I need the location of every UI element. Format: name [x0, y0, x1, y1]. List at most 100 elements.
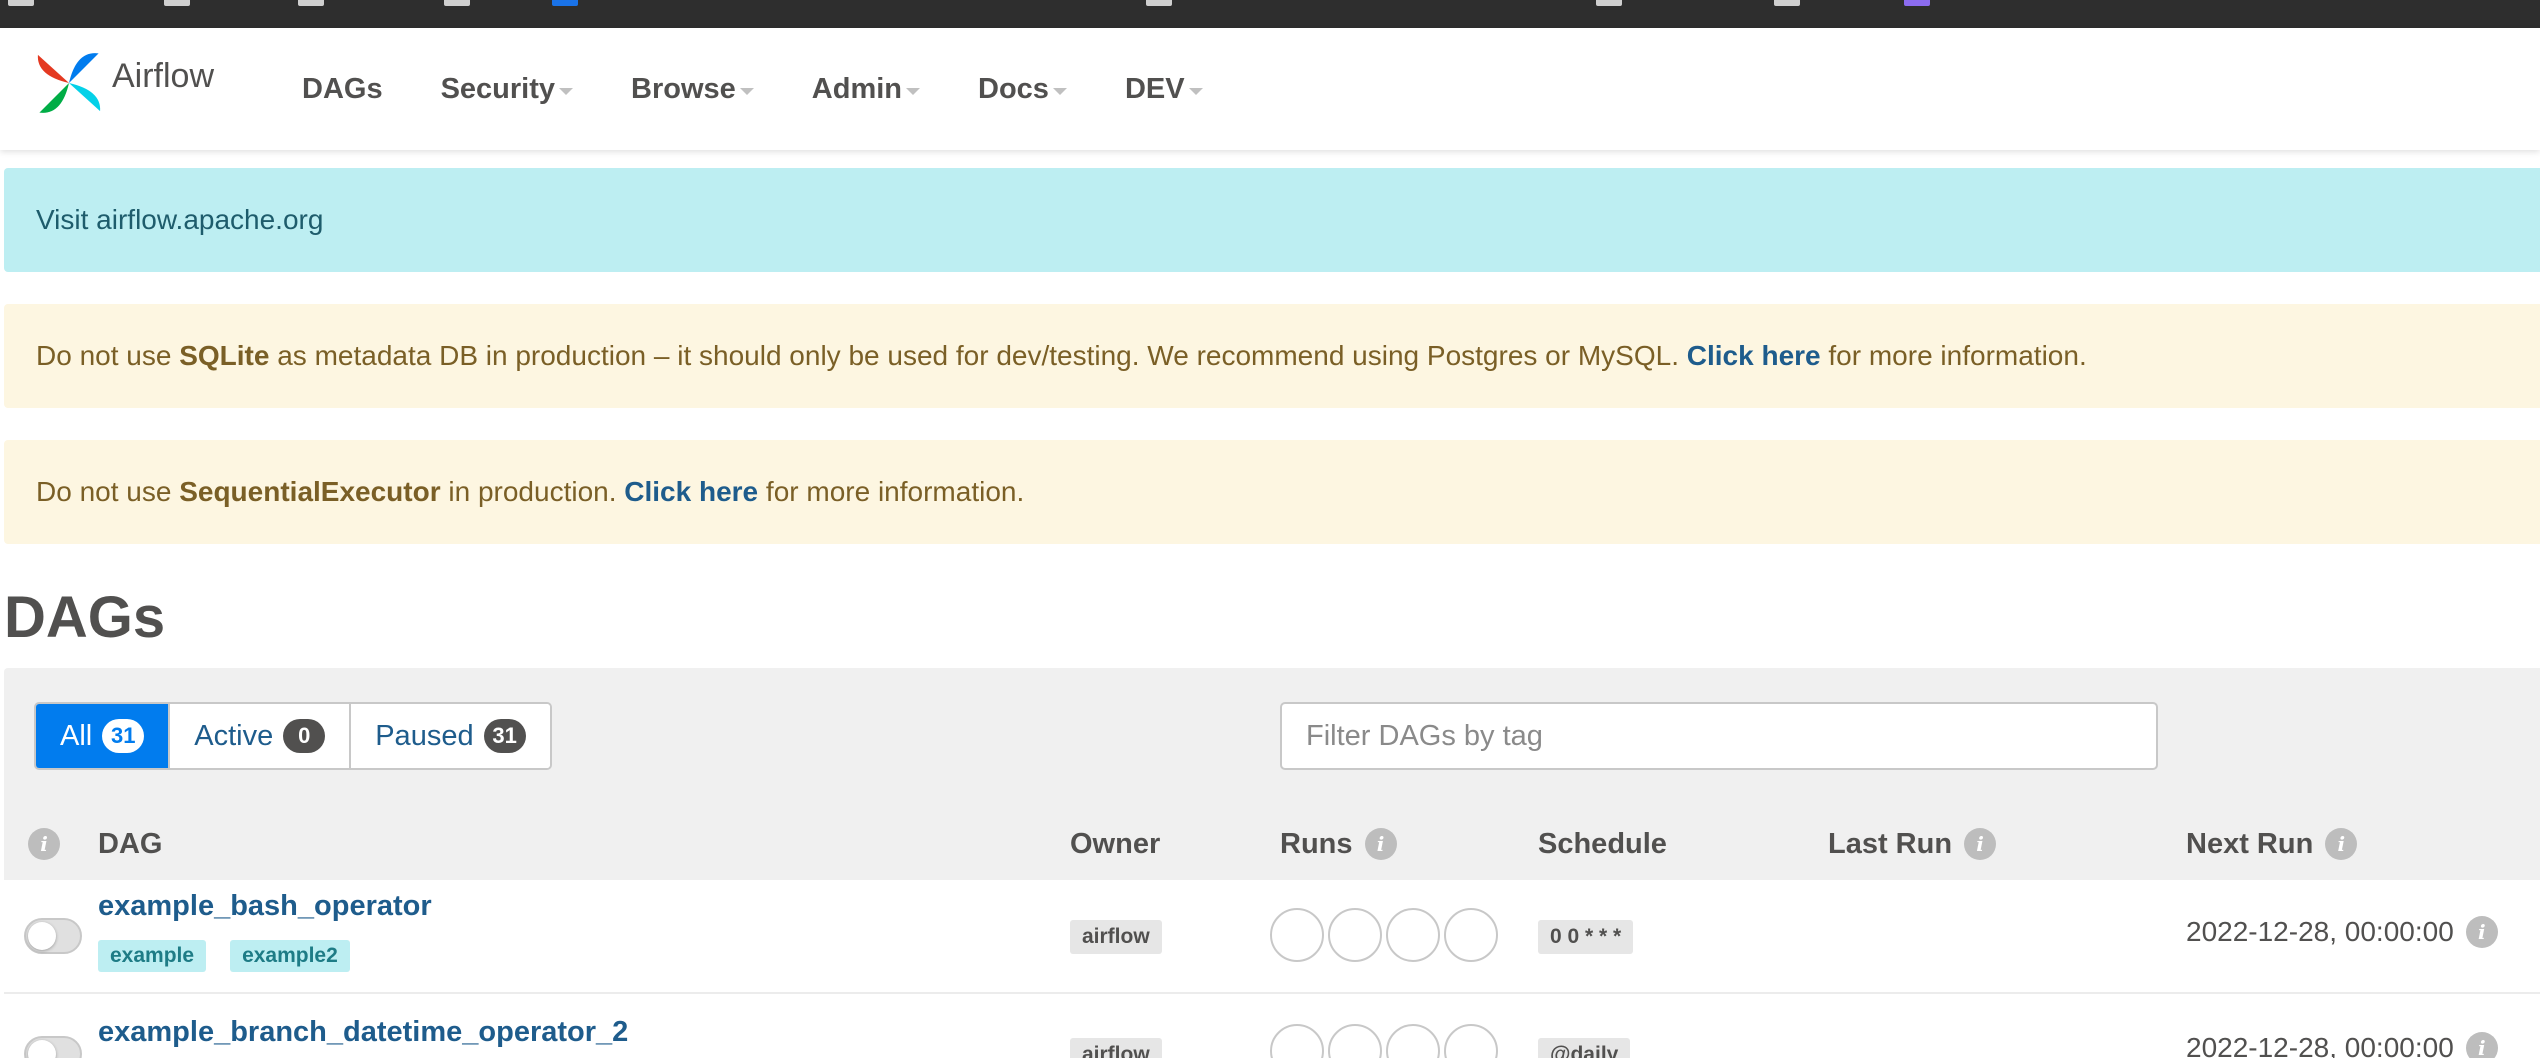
filter-active-label: Active	[194, 719, 274, 752]
bookmark-tab[interactable]	[164, 0, 190, 6]
nav-security[interactable]: Security	[441, 73, 574, 106]
alert-emphasis: SQLite	[179, 340, 270, 371]
bookmark-tab[interactable]	[1596, 0, 1622, 6]
nav-admin[interactable]: Admin	[811, 72, 921, 106]
nav-admin-label: Admin	[811, 72, 903, 105]
bookmark-tab[interactable]	[298, 0, 324, 6]
brand-logo-link[interactable]: Airflow	[32, 46, 214, 120]
nav-dags-label: DAGs	[302, 72, 383, 105]
column-header-schedule[interactable]: Schedule	[1538, 808, 1667, 880]
filter-active-button[interactable]: Active 0	[170, 704, 352, 768]
column-header-label: DAG	[98, 827, 163, 860]
nav-docs[interactable]: Docs	[978, 73, 1067, 106]
owner-badge[interactable]: airflow	[1070, 1038, 1162, 1058]
executor-warning-alert: Do not use SequentialExecutor in product…	[4, 440, 2540, 544]
run-status-circle[interactable]	[1444, 1024, 1498, 1058]
column-header-label: Runs	[1280, 827, 1353, 860]
alert-text: in production.	[440, 476, 625, 507]
filter-all-button[interactable]: All 31	[36, 704, 171, 768]
column-header-label: Next Run	[2186, 827, 2314, 860]
nav-docs-label: Docs	[978, 72, 1049, 105]
alert-text: for more information.	[1820, 340, 2087, 371]
caret-down-icon	[739, 87, 754, 95]
column-header-runs: Runs i	[1280, 808, 1397, 880]
caret-down-icon	[1188, 87, 1203, 95]
top-navbar: Airflow DAGs Security Browse Admin Docs …	[0, 28, 2540, 150]
nav-dags[interactable]: DAGs	[302, 73, 383, 106]
nav-dev-label: DEV	[1124, 72, 1185, 105]
dag-tag[interactable]: example	[98, 940, 207, 972]
next-run-value: 2022-12-28, 00:00:00	[2186, 1032, 2454, 1058]
bookmark-tab[interactable]	[8, 0, 34, 6]
sqlite-warning-alert: Do not use SQLite as metadata DB in prod…	[4, 304, 2540, 408]
alert-text: Do not use	[36, 340, 180, 371]
run-status-circle[interactable]	[1270, 1024, 1324, 1058]
filter-paused-label: Paused	[375, 719, 474, 752]
page-title: DAGs	[4, 585, 166, 650]
info-icon[interactable]: i	[28, 828, 60, 860]
sqlite-more-info-link[interactable]: Click here	[1687, 340, 1821, 372]
column-header-last-run[interactable]: Last Run i	[1828, 808, 1997, 880]
dag-link[interactable]: example_bash_operator	[98, 890, 432, 923]
table-header: i DAG Owner Runs i Schedule Last Run i Nex…	[4, 808, 2540, 880]
run-status-circle[interactable]	[1328, 1024, 1382, 1058]
nav-browse-label: Browse	[631, 72, 736, 105]
dag-link[interactable]: example_branch_datetime_operator_2	[98, 1016, 628, 1049]
dags-panel: All 31 Active 0 Paused 31 i DAG Owner Ru…	[4, 668, 2540, 1058]
info-icon[interactable]: i	[2465, 1032, 2498, 1058]
pause-toggle[interactable]	[24, 918, 82, 954]
bookmark-tab[interactable]	[1904, 0, 1930, 6]
column-header-label: Last Run	[1828, 827, 1953, 860]
run-status-circle[interactable]	[1328, 908, 1382, 962]
run-status-circles	[1270, 1024, 1502, 1058]
run-status-circle[interactable]	[1386, 1024, 1440, 1058]
bookmark-tab[interactable]	[552, 0, 578, 6]
caret-down-icon	[1052, 87, 1067, 95]
dag-tags: example example2	[98, 940, 374, 972]
filter-paused-button[interactable]: Paused 31	[351, 704, 550, 768]
run-status-circle[interactable]	[1386, 908, 1440, 962]
bookmark-tab[interactable]	[444, 0, 470, 6]
caret-down-icon	[906, 87, 921, 95]
table-row: example_bash_operator example example2 a…	[4, 880, 2540, 994]
column-header-next-run[interactable]: Next Run i	[2186, 808, 2358, 880]
alert-text: as metadata DB in production – it should…	[269, 340, 1687, 371]
filter-all-count: 31	[102, 719, 145, 753]
column-header-dag[interactable]: DAG	[98, 808, 162, 880]
owner-badge[interactable]: airflow	[1070, 920, 1162, 954]
table-row: example_branch_datetime_operator_2 airfl…	[4, 994, 2540, 1058]
run-status-circles	[1270, 908, 1502, 962]
info-icon[interactable]: i	[1364, 828, 1397, 860]
alert-text: Do not use	[36, 476, 180, 507]
column-header-owner[interactable]: Owner	[1070, 808, 1160, 880]
info-alert-text[interactable]: Visit airflow.apache.org	[36, 204, 323, 236]
pause-toggle[interactable]	[24, 1036, 82, 1058]
bookmark-tab[interactable]	[1146, 0, 1172, 6]
filter-paused-count: 31	[483, 719, 526, 753]
schedule-badge[interactable]: @daily	[1538, 1038, 1631, 1058]
dag-tag[interactable]: example2	[230, 940, 350, 972]
alert-emphasis: SequentialExecutor	[179, 476, 441, 507]
info-alert: Visit airflow.apache.org	[4, 168, 2540, 272]
airflow-pinwheel-icon	[37, 53, 101, 113]
nav-dev[interactable]: DEV	[1125, 73, 1203, 106]
alert-text: for more information.	[758, 476, 1025, 507]
schedule-badge[interactable]: 0 0 * * *	[1538, 920, 1634, 954]
tag-filter-input[interactable]	[1280, 702, 2158, 770]
bookmark-tab[interactable]	[1774, 0, 1800, 6]
column-header-label: Owner	[1070, 827, 1161, 860]
next-run-cell: 2022-12-28, 00:00:00 i	[2186, 1032, 2498, 1058]
next-run-cell: 2022-12-28, 00:00:00 i	[2186, 916, 2498, 948]
browser-bookmark-bar	[0, 0, 2540, 28]
info-icon[interactable]: i	[2465, 916, 2498, 948]
run-status-circle[interactable]	[1444, 908, 1498, 962]
nav-browse[interactable]: Browse	[631, 73, 754, 106]
run-status-circle[interactable]	[1270, 908, 1324, 962]
filter-all-label: All	[60, 719, 93, 752]
column-header-label: Schedule	[1538, 827, 1667, 860]
next-run-value: 2022-12-28, 00:00:00	[2186, 916, 2454, 947]
info-icon[interactable]: i	[1964, 828, 1997, 860]
info-icon[interactable]: i	[2325, 828, 2358, 860]
status-filter-group: All 31 Active 0 Paused 31	[34, 702, 552, 770]
executor-more-info-link[interactable]: Click here	[624, 476, 758, 508]
